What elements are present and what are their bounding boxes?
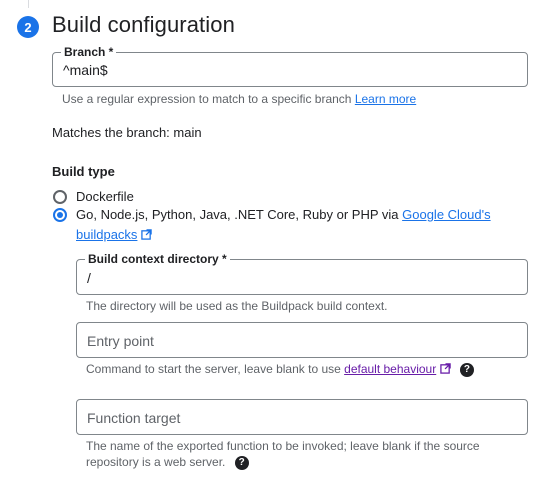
- branch-match-text: Matches the branch: main: [52, 125, 202, 140]
- buildpacks-link-part1[interactable]: Google Cloud's: [402, 207, 490, 222]
- default-behaviour-link[interactable]: default behaviour: [344, 362, 436, 376]
- build-type-label: Build type: [52, 164, 115, 179]
- entry-point-hint: Command to start the server, leave blank…: [86, 361, 474, 377]
- radio-dockerfile-label[interactable]: Dockerfile: [76, 189, 134, 204]
- buildpacks-link-part2[interactable]: buildpacks: [76, 227, 137, 242]
- branch-field-label: Branch *: [61, 45, 117, 59]
- external-link-icon: [141, 229, 152, 240]
- function-target-hint-line2: repository is a web server. ?: [86, 454, 249, 470]
- entry-point-field[interactable]: Entry point: [76, 322, 528, 358]
- function-target-placeholder[interactable]: Function target: [87, 410, 180, 426]
- entry-point-hint-text: Command to start the server, leave blank…: [86, 362, 341, 376]
- radio-buildpacks-text: Go, Node.js, Python, Java, .NET Core, Ru…: [76, 207, 399, 222]
- branch-hint: Use a regular expression to match to a s…: [62, 91, 416, 107]
- radio-buildpacks-label[interactable]: Go, Node.js, Python, Java, .NET Core, Ru…: [76, 207, 491, 222]
- build-context-field[interactable]: Build context directory * /: [76, 252, 528, 295]
- stepper-connector-line: [28, 0, 29, 8]
- entry-point-placeholder[interactable]: Entry point: [87, 333, 154, 349]
- help-circle-icon[interactable]: ?: [234, 455, 249, 470]
- function-target-field[interactable]: Function target: [76, 399, 528, 435]
- radio-dockerfile[interactable]: [53, 190, 67, 204]
- external-link-icon: [439, 363, 451, 374]
- function-target-hint-line2-text: repository is a web server.: [86, 455, 226, 469]
- branch-input-value[interactable]: ^main$: [63, 62, 108, 78]
- build-context-label: Build context directory *: [85, 252, 230, 266]
- section-title: Build configuration: [52, 12, 235, 37]
- step-number-badge: 2: [17, 16, 39, 38]
- help-circle-icon[interactable]: ?: [459, 362, 474, 377]
- branch-field[interactable]: Branch * ^main$: [52, 45, 528, 87]
- learn-more-link[interactable]: Learn more: [355, 92, 416, 106]
- function-target-hint-line1: The name of the exported function to be …: [86, 439, 480, 453]
- build-context-input-value[interactable]: /: [87, 270, 91, 286]
- branch-hint-text: Use a regular expression to match to a s…: [62, 92, 352, 106]
- buildpacks-link-line2[interactable]: buildpacks: [76, 227, 152, 242]
- build-context-hint: The directory will be used as the Buildp…: [86, 299, 388, 313]
- radio-buildpacks[interactable]: [53, 208, 67, 222]
